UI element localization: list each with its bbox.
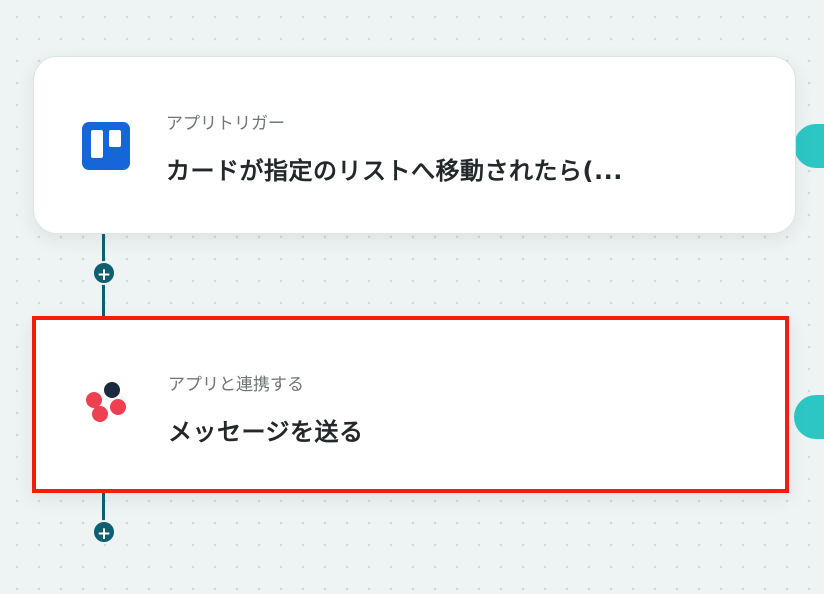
card-type-label: アプリトリガー	[166, 114, 285, 134]
action-card[interactable]: アプリと連携する メッセージを送る	[32, 316, 789, 493]
connector-line	[102, 491, 105, 521]
trigger-card[interactable]: アプリトリガー カードが指定のリストへ移動されたら(...	[33, 56, 796, 234]
card-type-label: アプリと連携する	[168, 375, 304, 395]
chatwork-icon	[84, 379, 132, 427]
card-title: カードが指定のリストへ移動されたら(...	[166, 157, 623, 185]
trigger-side-handle[interactable]	[794, 124, 824, 168]
add-step-button[interactable]: +	[92, 261, 116, 285]
card-title: メッセージを送る	[168, 418, 364, 446]
trello-icon	[82, 122, 130, 170]
action-side-handle[interactable]	[794, 395, 824, 439]
add-step-button[interactable]: +	[92, 520, 116, 544]
